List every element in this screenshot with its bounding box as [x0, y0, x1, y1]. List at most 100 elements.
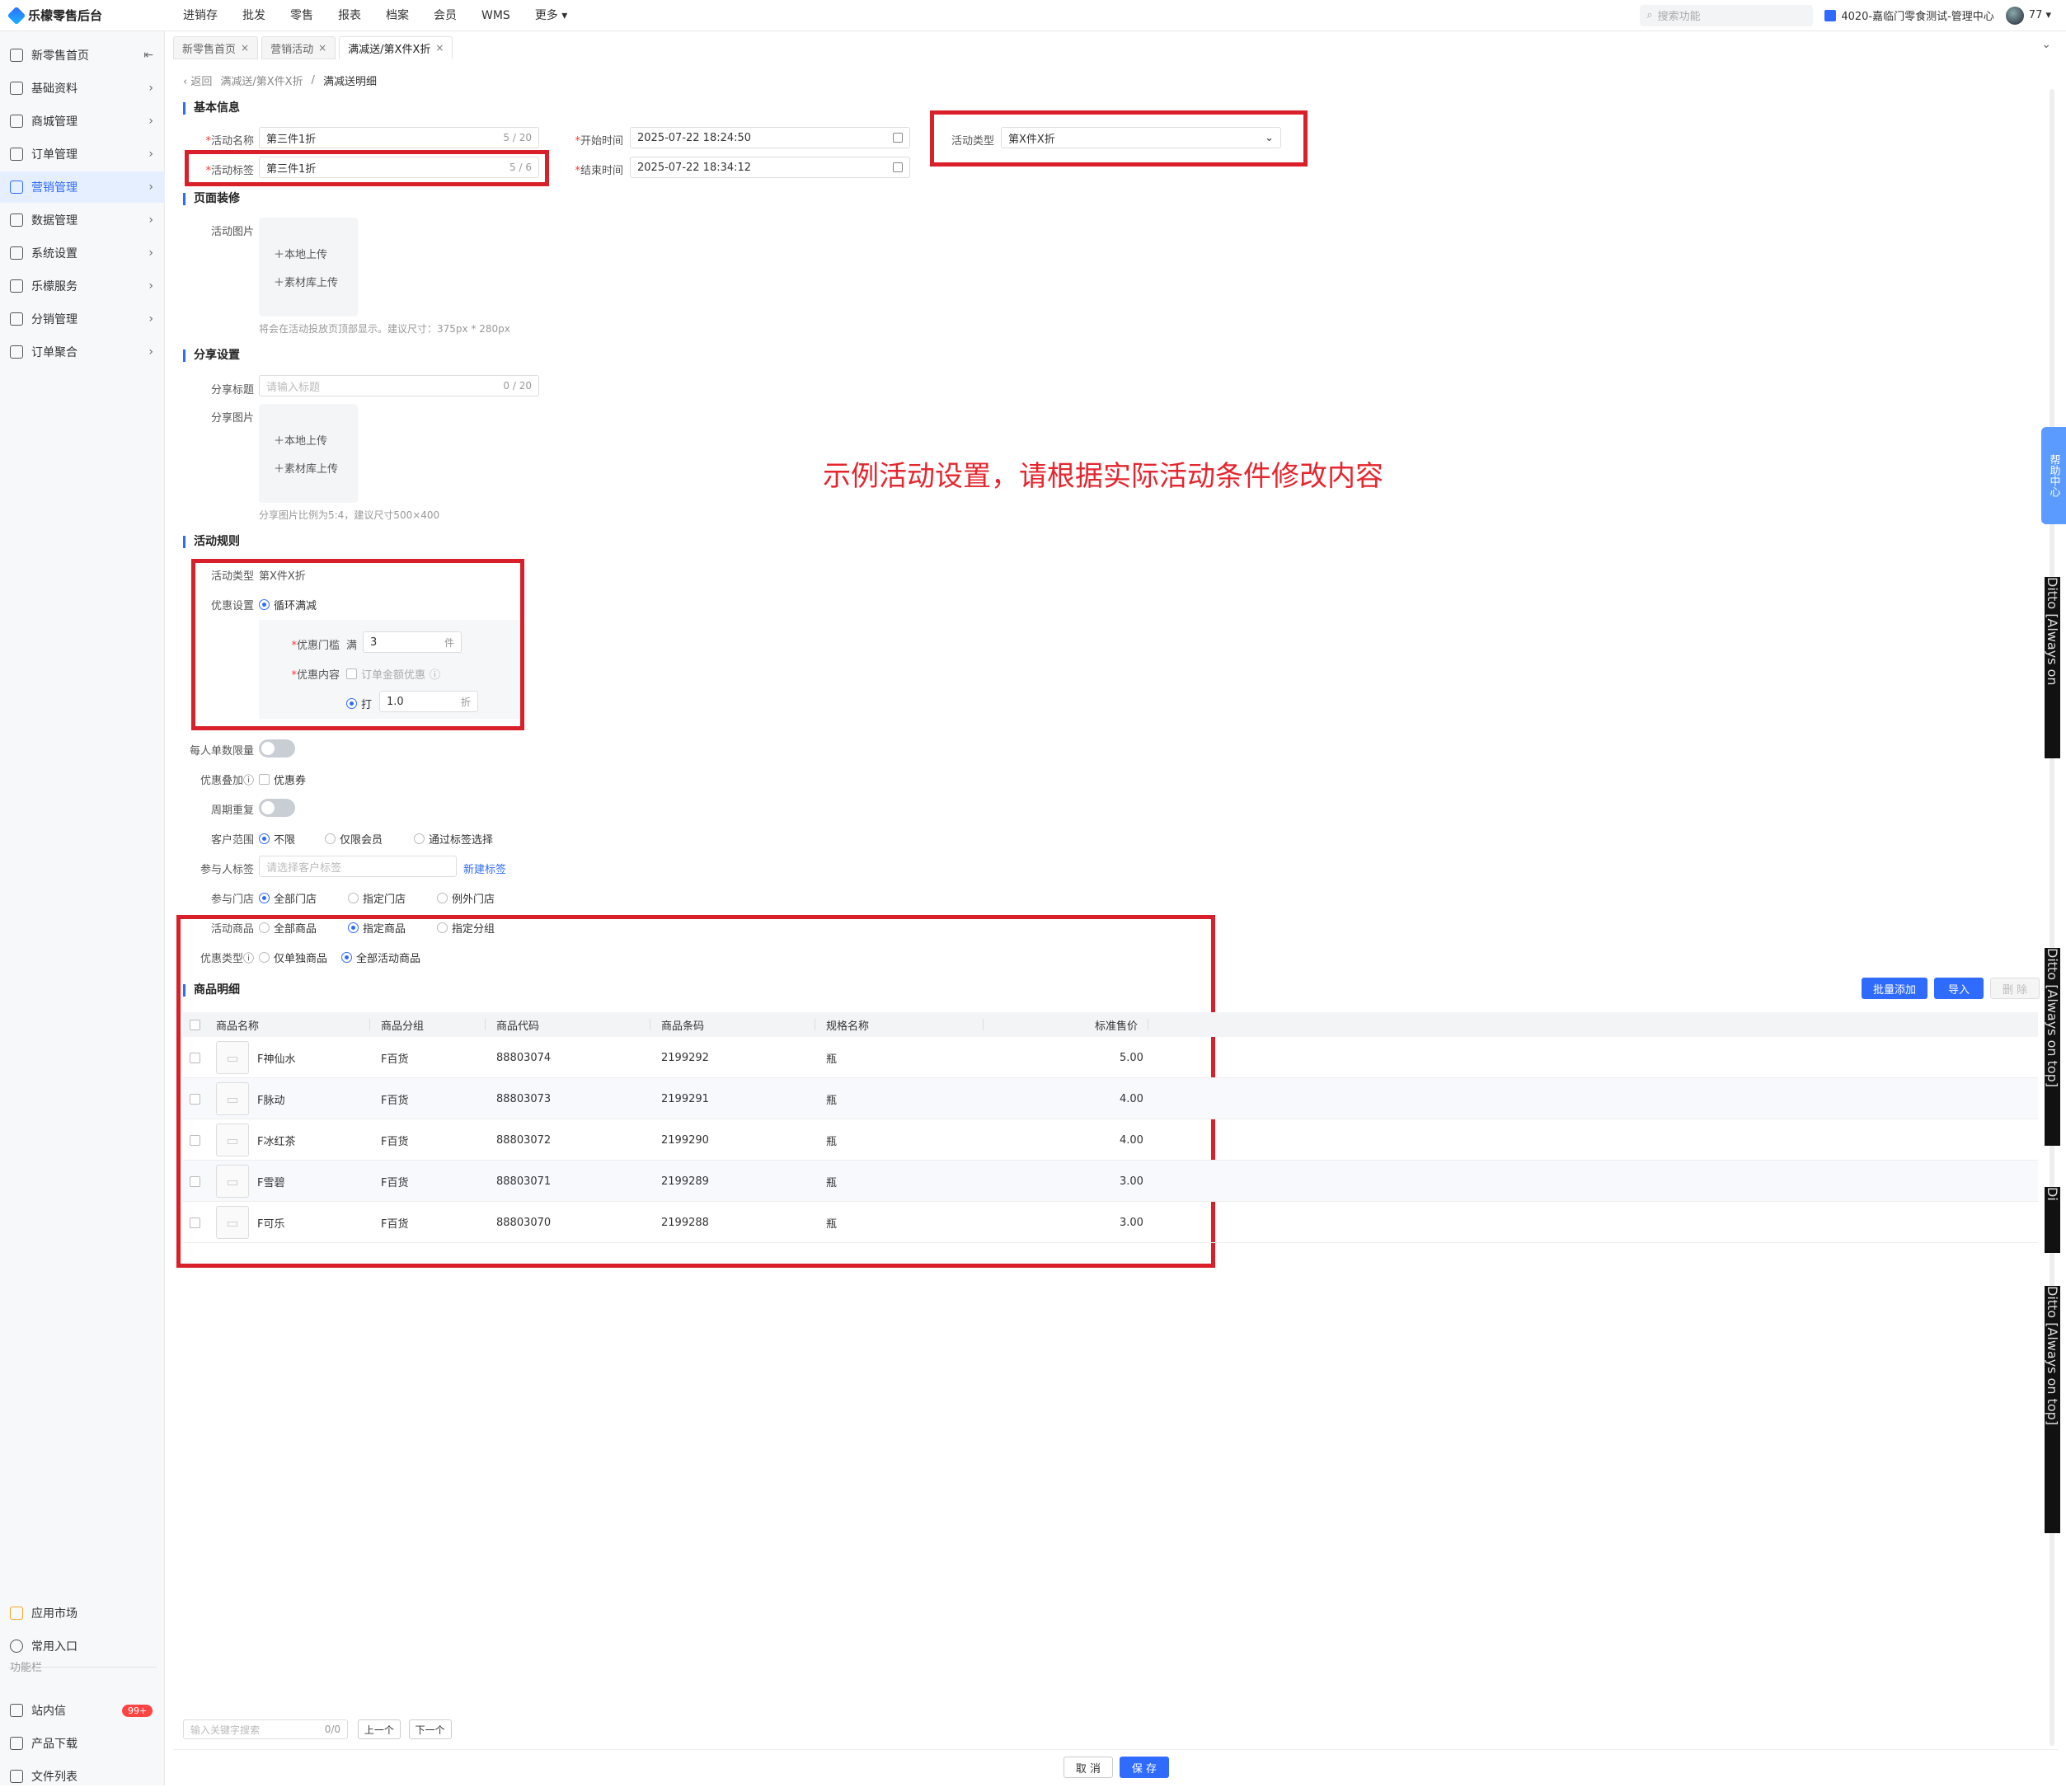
nav-item-inventory[interactable]: 进销存 [173, 0, 232, 31]
per-order-limit-switch[interactable] [259, 739, 295, 758]
share-title-input[interactable]: 请输入标题 0 / 20 [259, 375, 539, 396]
row-checkbox[interactable] [190, 1202, 200, 1243]
table-row[interactable]: ▭ F雪碧 F百货 88803071 2199289 瓶 3.00 [183, 1161, 2038, 1202]
sidebar-item-home[interactable]: 新零售首页 ⇤ [0, 40, 165, 71]
sidebar-item-mall[interactable]: 商城管理 › [0, 106, 165, 137]
store-name: 4020-嘉临门零食测试-管理中心 [1841, 11, 1994, 23]
sidebar-item-service[interactable]: 乐檬服务 › [0, 270, 165, 302]
save-button[interactable]: 保 存 [1120, 1757, 1169, 1778]
avatar [2005, 6, 2024, 25]
next-match-button[interactable]: 下一个 [408, 1719, 452, 1739]
tab-marketing[interactable]: 营销活动 × [261, 36, 336, 59]
ditto-strip[interactable]: Di [2045, 1187, 2060, 1253]
store-all-radio[interactable]: 全部门店 [259, 890, 317, 906]
tab-home[interactable]: 新零售首页 × [173, 36, 259, 59]
radio-label: 循环满减 [274, 600, 317, 612]
nav-item-wms[interactable]: WMS [472, 0, 525, 31]
store-specific-radio[interactable]: 指定门店 [348, 890, 406, 906]
batch-add-button[interactable]: 批量添加 [1862, 978, 1927, 999]
close-icon[interactable]: × [241, 42, 249, 54]
table-row[interactable]: ▭ F脉动 F百货 88803073 2199291 瓶 4.00 [183, 1078, 2038, 1119]
store-exception-radio[interactable]: 例外门店 [437, 890, 495, 906]
cancel-button[interactable]: 取 消 [1064, 1757, 1113, 1778]
customer-member-radio[interactable]: 仅限会员 [325, 831, 383, 847]
nav-item-reports[interactable]: 报表 [328, 0, 376, 31]
select-all-checkbox[interactable] [190, 1012, 200, 1037]
finder-input[interactable]: 输入关键字搜索 0/0 [183, 1719, 348, 1739]
collapse-icon[interactable]: ⇤ [143, 49, 153, 62]
user-menu[interactable]: 77 ▾ [2005, 6, 2051, 25]
row-checkbox[interactable] [190, 1161, 200, 1202]
nav-item-more[interactable]: 更多 ▾ [525, 0, 582, 31]
rate-radio[interactable]: 打 [346, 696, 372, 711]
breadcrumb-parent[interactable]: 满减送/第X件X折 [220, 73, 303, 88]
logo-icon [7, 6, 26, 25]
column-divider [983, 1019, 984, 1030]
sidebar-files[interactable]: 文件列表 [0, 1761, 165, 1792]
order-amount-checkbox[interactable]: 订单金额优惠 ⓘ [346, 666, 440, 682]
sidebar-item-order-aggregate[interactable]: 订单聚合 › [0, 336, 165, 368]
store-switcher[interactable]: 4020-嘉临门零食测试-管理中心 [1824, 7, 1994, 23]
sidebar-item-marketing[interactable]: 营销管理 › [0, 171, 165, 203]
goods-specific-radio[interactable]: 指定商品 [348, 920, 406, 936]
delete-button[interactable]: 删 除 [1990, 978, 2040, 999]
app-logo[interactable]: 乐檬零售后台 [0, 6, 165, 25]
sidebar-item-data[interactable]: 数据管理 › [0, 204, 165, 236]
start-time-picker[interactable]: 2025-07-22 18:24:50 [630, 127, 910, 148]
user-name: 77 ▾ [2028, 9, 2051, 21]
sidebar-common[interactable]: 常用入口 [0, 1630, 165, 1662]
ditto-strip[interactable]: Ditto [Always on [2045, 577, 2060, 758]
new-tag-link[interactable]: 新建标签 [463, 861, 506, 876]
promo-all-radio[interactable]: 全部活动商品 [341, 950, 420, 965]
cycle-switch[interactable] [259, 799, 295, 817]
close-icon[interactable]: × [318, 42, 326, 54]
row-checkbox[interactable] [190, 1119, 200, 1161]
home-icon [10, 49, 23, 62]
prev-match-button[interactable]: 上一个 [357, 1719, 401, 1739]
participant-tag-select[interactable]: 请选择客户标签 [259, 856, 457, 877]
stack-coupon-checkbox[interactable]: 优惠券 [259, 772, 306, 787]
table-row[interactable]: ▭ F神仙水 F百货 88803074 2199292 瓶 5.00 [183, 1037, 2038, 1078]
nav-item-wholesale[interactable]: 批发 [232, 0, 280, 31]
goods-all-radio[interactable]: 全部商品 [259, 920, 317, 936]
upload-local-button[interactable]: ＋本地上传 [274, 432, 327, 448]
import-button[interactable]: 导入 [1934, 978, 1984, 999]
ditto-strip[interactable]: Ditto [Always on top] [2045, 1286, 2060, 1533]
chevron-down-icon[interactable]: ⌄ [2041, 38, 2051, 51]
row-checkbox[interactable] [190, 1078, 200, 1119]
nav-item-members[interactable]: 会员 [424, 0, 472, 31]
sidebar-item-settings[interactable]: 系统设置 › [0, 237, 165, 269]
end-time-picker[interactable]: 2025-07-22 18:34:12 [630, 157, 910, 178]
promo-single-radio[interactable]: 仅单独商品 [259, 950, 327, 965]
threshold-input[interactable]: 3件 [363, 631, 462, 653]
goods-group-radio[interactable]: 指定分组 [437, 920, 495, 936]
radio-dot [437, 922, 448, 933]
upload-library-button[interactable]: ＋素材库上传 [274, 274, 338, 289]
sidebar-item-basic-data[interactable]: 基础资料 › [0, 73, 165, 104]
upload-library-button[interactable]: ＋素材库上传 [274, 460, 338, 476]
sidebar-app-market[interactable]: 应用市场 [0, 1597, 165, 1629]
table-row[interactable]: ▭ F可乐 F百货 88803070 2199288 瓶 3.00 [183, 1202, 2038, 1243]
help-center-button[interactable]: 帮助中心 [2041, 427, 2066, 524]
function-search-input[interactable]: ⌕ 搜索功能 [1640, 4, 1814, 26]
tab-promo-detail[interactable]: 满减送/第X件X折 × [339, 36, 453, 59]
activity-name-input[interactable]: 第三件1折 5 / 20 [259, 127, 539, 148]
customer-all-radio[interactable]: 不限 [259, 831, 295, 847]
sidebar-download[interactable]: 产品下载 [0, 1728, 165, 1759]
table-row[interactable]: ▭ F冰红茶 F百货 88803072 2199290 瓶 4.00 [183, 1119, 2038, 1161]
discount-loop-radio[interactable]: 循环满减 [259, 597, 317, 612]
heart-icon [10, 1640, 23, 1653]
nav-item-retail[interactable]: 零售 [280, 0, 328, 31]
customer-tag-radio[interactable]: 通过标签选择 [414, 831, 493, 847]
close-icon[interactable]: × [435, 42, 444, 54]
cell-group: F百货 [381, 1176, 409, 1189]
nav-item-archives[interactable]: 档案 [376, 0, 424, 31]
rate-input[interactable]: 1.0 折 [379, 691, 478, 712]
sidebar-item-distribution[interactable]: 分销管理 › [0, 303, 165, 335]
upload-local-button[interactable]: ＋本地上传 [274, 246, 327, 261]
sidebar-item-orders[interactable]: 订单管理 › [0, 138, 165, 170]
sidebar-inbox[interactable]: 站内信 99+ [0, 1695, 165, 1726]
ditto-strip[interactable]: Ditto [Always on top] [2045, 948, 2060, 1146]
row-checkbox[interactable] [190, 1037, 200, 1078]
back-link[interactable]: ‹ 返回 [183, 73, 212, 88]
